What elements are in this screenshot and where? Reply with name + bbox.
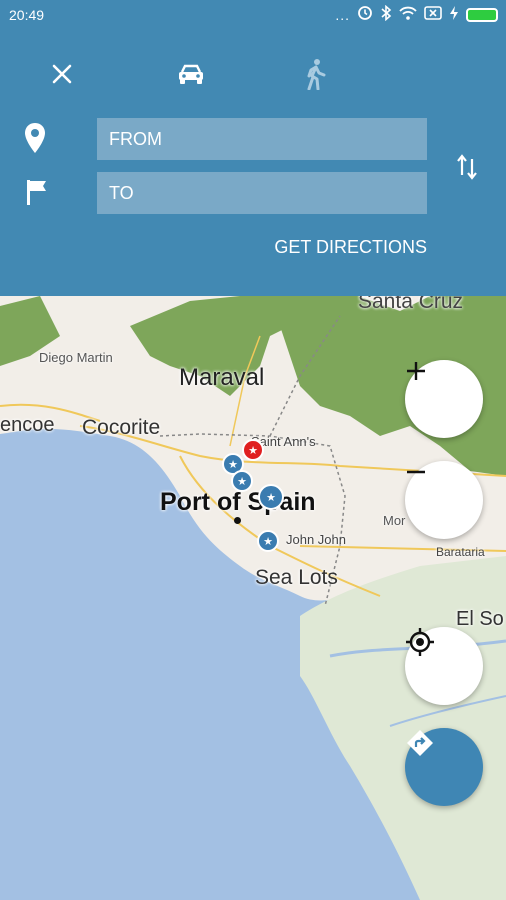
walk-mode-button[interactable] — [291, 50, 339, 98]
to-input[interactable] — [97, 172, 427, 214]
close-icon — [52, 64, 72, 84]
sim-icon — [424, 5, 442, 26]
swap-icon — [457, 154, 477, 180]
status-time: 20:49 — [9, 7, 45, 23]
map-label-cocorite: Cocorite — [82, 416, 161, 439]
zoom-out-button[interactable] — [405, 461, 483, 539]
poi-marker[interactable]: ★ — [258, 484, 284, 510]
map-label-santa-cruz: Santa Cruz — [358, 296, 464, 313]
my-location-button[interactable] — [405, 627, 483, 705]
map-label-john-john: John John — [286, 532, 346, 547]
swap-button[interactable] — [452, 150, 482, 184]
car-icon — [179, 64, 203, 84]
poi-marker[interactable]: ★ — [231, 470, 253, 492]
flag-icon — [22, 174, 52, 210]
map-label-encoe: encoe — [0, 414, 55, 436]
map-label-sea-lots: Sea Lots — [255, 566, 338, 589]
battery-icon — [466, 8, 498, 22]
minus-icon — [407, 470, 425, 474]
crosshair-icon — [406, 628, 434, 656]
poi-marker[interactable]: ★ — [257, 530, 279, 552]
more-dots: ... — [335, 7, 350, 23]
charging-icon — [449, 5, 459, 26]
map-label-morvant: Mor — [383, 513, 406, 528]
map-label-el-so: El So — [456, 608, 504, 630]
car-mode-button[interactable] — [167, 50, 215, 98]
walk-icon — [307, 59, 326, 90]
bluetooth-icon — [380, 4, 392, 26]
status-bar: 20:49 ... — [0, 0, 506, 30]
get-directions-button[interactable]: GET DIRECTIONS — [274, 237, 427, 258]
from-input[interactable] — [97, 118, 427, 160]
wifi-icon — [399, 6, 417, 25]
plus-icon — [407, 362, 425, 380]
close-button[interactable] — [38, 50, 86, 98]
city-dot — [234, 517, 241, 524]
directions-header: GET DIRECTIONS — [0, 30, 506, 296]
alarm-icon — [357, 5, 373, 26]
map-view[interactable]: Santa Cruz Diego Martin Maraval encoe Co… — [0, 296, 506, 900]
map-label-maraval: Maraval — [179, 364, 265, 391]
selected-poi-marker[interactable]: ★ — [242, 439, 264, 461]
directions-icon — [407, 730, 433, 756]
status-icons: ... — [335, 4, 498, 26]
route-button[interactable] — [405, 728, 483, 806]
zoom-in-button[interactable] — [405, 360, 483, 438]
map-label-diego-martin: Diego Martin — [39, 350, 113, 365]
location-pin-icon — [20, 120, 50, 156]
map-label-barataria: Barataria — [436, 545, 485, 559]
map-label-port-of-spain: Port of Spain — [160, 488, 316, 516]
